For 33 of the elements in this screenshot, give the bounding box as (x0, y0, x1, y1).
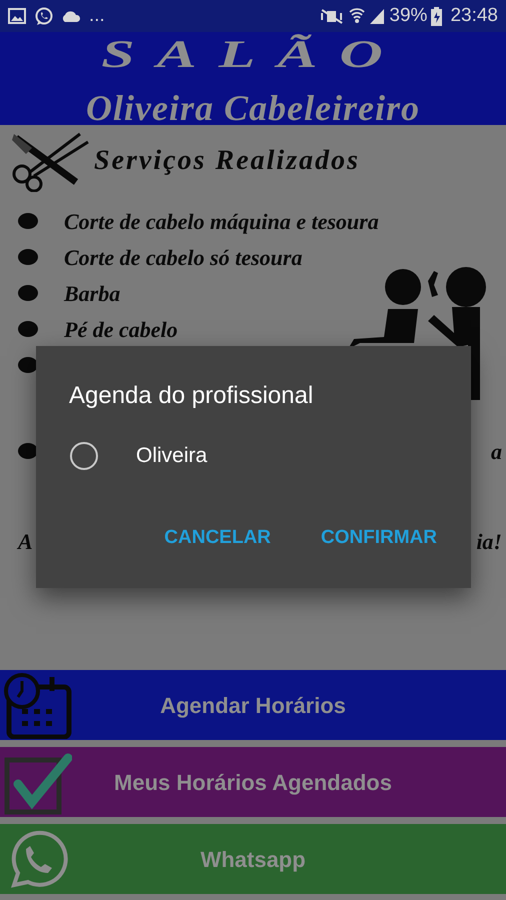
app-subtitle: Oliveira Cabeleireiro (86, 90, 420, 126)
clock: 23:48 (450, 4, 498, 28)
image-icon (8, 7, 26, 25)
signal-icon (369, 7, 386, 25)
battery-level: 39% (389, 4, 428, 28)
overflow-indicator: ... (89, 4, 105, 28)
whatsapp-icon (34, 6, 53, 26)
menu-button[interactable]: Agendar Horários (0, 670, 506, 740)
service-item: Barba (64, 280, 120, 308)
text-fragment: A (18, 528, 33, 556)
radio-button[interactable] (70, 442, 98, 470)
menu-button[interactable]: Whatsapp (0, 824, 506, 894)
services-heading: Serviços Realizados (94, 144, 360, 178)
service-item: Corte de cabelo só tesoura (64, 244, 302, 272)
text-fragment: ia! (476, 528, 502, 556)
bullet-icon (18, 213, 38, 229)
service-item: Corte de cabelo máquina e tesoura (64, 208, 379, 236)
bullet-icon (18, 321, 38, 337)
bullet-icon (18, 249, 38, 265)
mute-icon (319, 7, 346, 25)
service-item: Pé de cabelo (64, 316, 178, 344)
dialog-title: Agenda do profissional (68, 381, 314, 411)
menu-button[interactable]: Meus Horários Agendados (0, 747, 506, 817)
cloud-icon (61, 9, 81, 23)
option-label[interactable]: Oliveira (136, 440, 208, 472)
wifi-icon (349, 7, 366, 25)
text-fragment: a (491, 438, 502, 466)
calendar-clock-icon (2, 673, 72, 739)
bullet-icon (18, 285, 38, 301)
app-title: SALÃO (101, 32, 405, 74)
battery-icon (431, 6, 442, 26)
dialog-button[interactable]: CANCELAR (156, 518, 279, 558)
dialog-button[interactable]: CONFIRMAR (312, 518, 445, 558)
